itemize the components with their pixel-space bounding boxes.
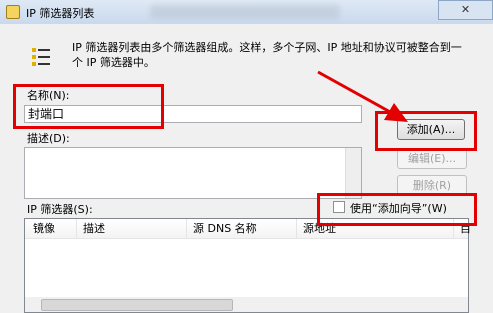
- window-icon: [6, 5, 20, 19]
- ip-filters-label: IP 筛选器(S):: [27, 203, 93, 216]
- blurred-title-region: [150, 5, 340, 19]
- highlight-add-button: [375, 111, 477, 151]
- close-button[interactable]: ✕: [438, 0, 493, 20]
- filter-list-icon: [30, 46, 52, 72]
- column-description[interactable]: 描述: [77, 219, 105, 238]
- scrollbar-thumb[interactable]: [41, 299, 233, 311]
- window-title: IP 筛选器列表: [26, 7, 95, 20]
- highlight-name-field: [13, 84, 164, 129]
- dialog-description: IP 筛选器列表由多个筛选器组成。这样，多个子网、IP 地址和协议可被整合到一个…: [72, 41, 462, 69]
- ip-filter-list-scrollbar[interactable]: [25, 297, 468, 312]
- column-mirror[interactable]: 镜像: [27, 219, 55, 238]
- highlight-wizard-checkbox: [317, 193, 477, 226]
- close-icon: ✕: [460, 3, 471, 16]
- description-label: 描述(D):: [27, 132, 70, 145]
- title-bar: IP 筛选器列表 ✕: [0, 0, 493, 25]
- dialog-body: IP 筛选器列表由多个筛选器组成。这样，多个子网、IP 地址和协议可被整合到一个…: [0, 24, 493, 313]
- ip-filter-list[interactable]: 镜像 描述 源 DNS 名称 源地址 目: [24, 218, 471, 313]
- column-source-dns[interactable]: 源 DNS 名称: [187, 219, 257, 238]
- description-field[interactable]: [24, 147, 362, 199]
- description-scrollbar[interactable]: [345, 148, 361, 198]
- edit-button[interactable]: 编辑(E)...: [397, 148, 467, 169]
